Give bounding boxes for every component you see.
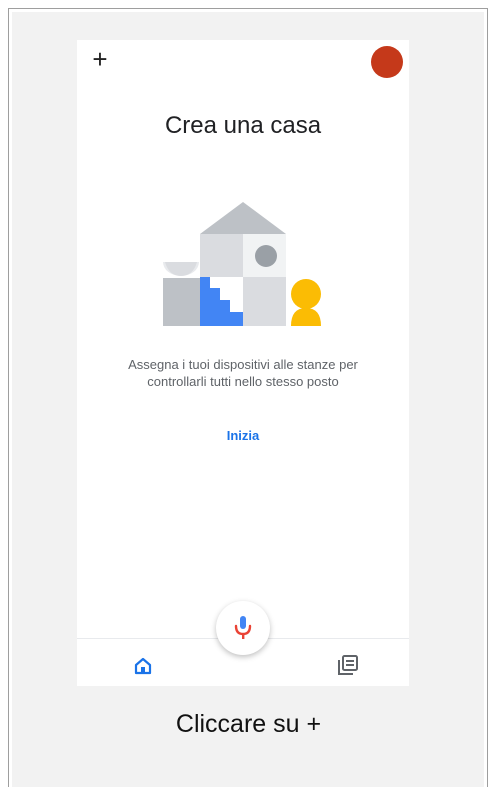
frame-border-top <box>8 8 488 9</box>
microphone-icon <box>234 616 252 639</box>
start-button[interactable]: Inizia <box>77 428 409 443</box>
feed-icon[interactable] <box>337 654 359 676</box>
microphone-button[interactable] <box>216 601 270 655</box>
slide-caption: Cliccare su + <box>175 710 322 738</box>
add-button[interactable]: + <box>87 46 113 72</box>
avatar[interactable] <box>371 46 403 78</box>
phone-screen: + Crea una casa Assegna i tuoi dispositi… <box>77 40 409 686</box>
frame-border-left <box>8 8 9 787</box>
page-title: Crea una casa <box>164 112 322 139</box>
house-illustration <box>163 202 321 326</box>
description-line-2: controllarli tutti nello stesso posto <box>147 374 339 389</box>
description-line-1: Assegna i tuoi dispositivi alle stanze p… <box>128 357 358 372</box>
frame-border-right <box>487 8 488 787</box>
home-icon[interactable] <box>133 656 153 676</box>
description-text: Assegna i tuoi dispositivi alle stanze p… <box>107 356 379 390</box>
